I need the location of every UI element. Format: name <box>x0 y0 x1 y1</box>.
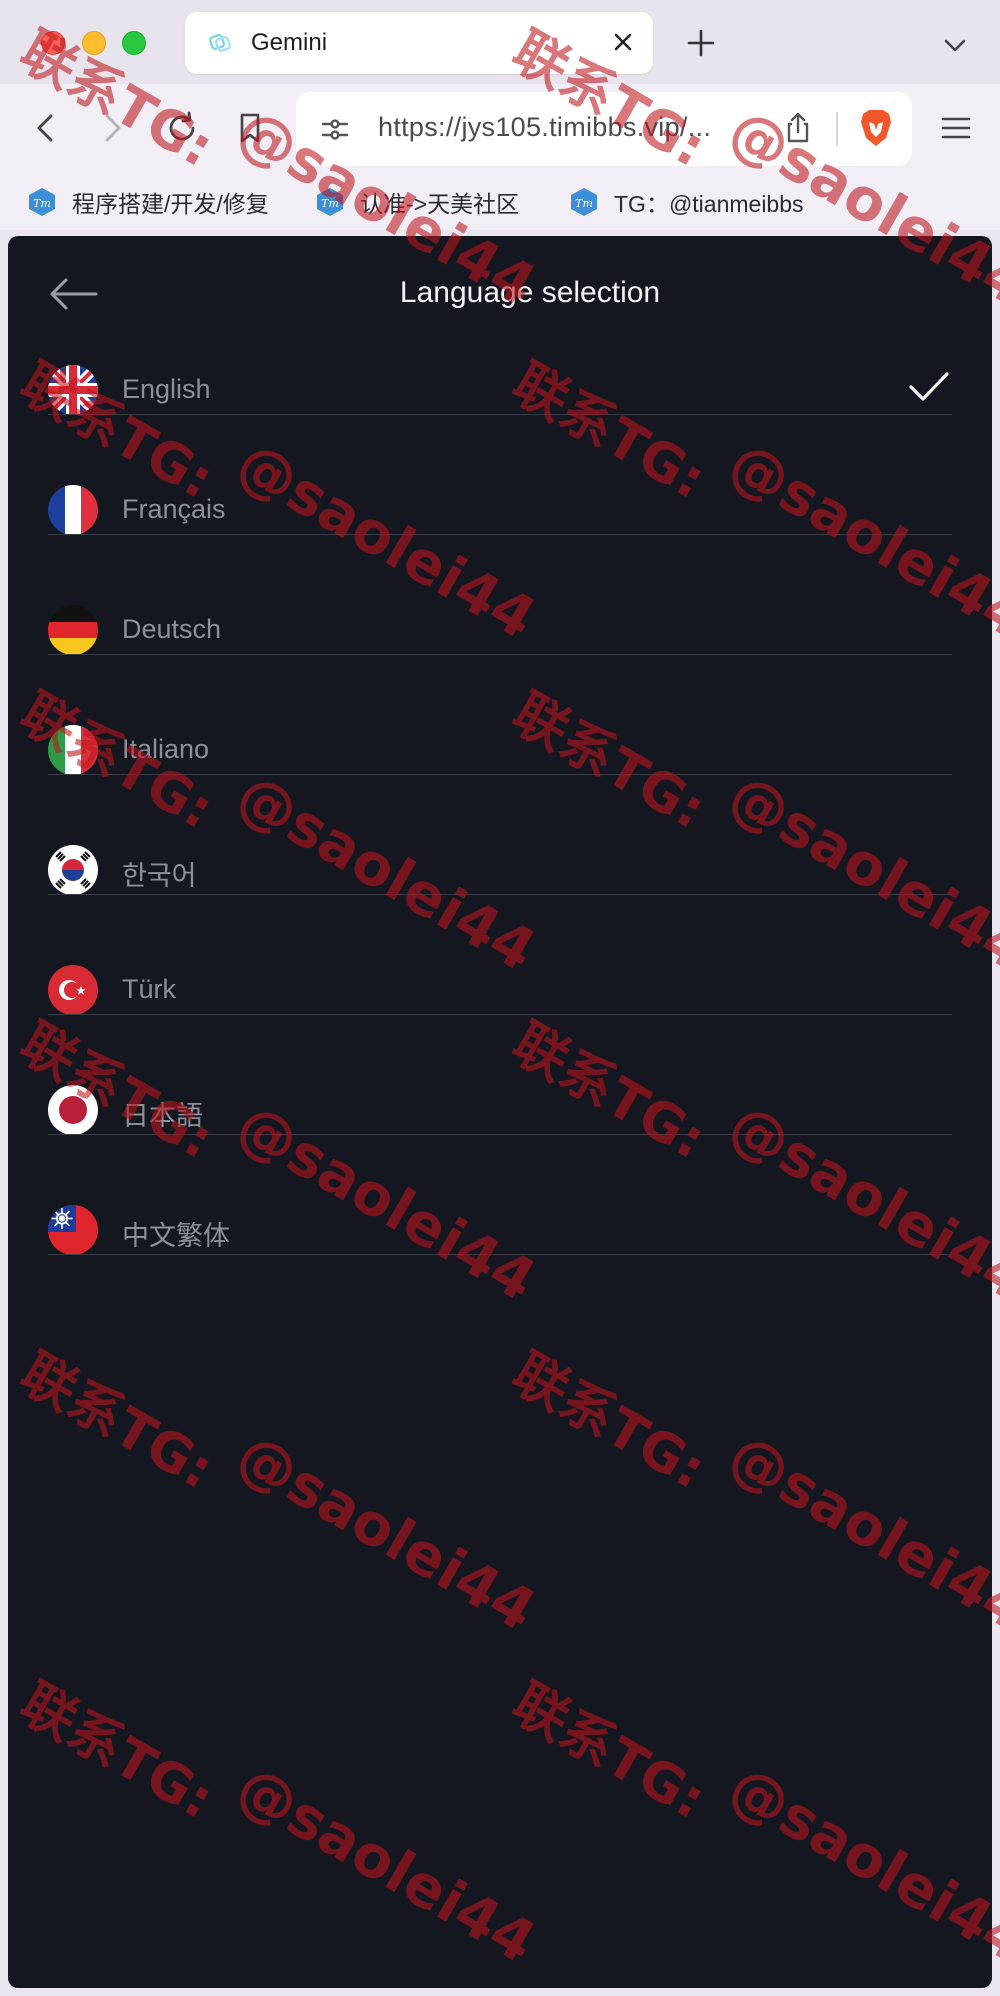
site-settings-icon[interactable] <box>318 112 352 146</box>
svg-text:Tm: Tm <box>33 197 51 210</box>
bookmark-icon <box>240 113 260 143</box>
page-title: Language selection <box>399 276 661 309</box>
language-option-french[interactable]: Français <box>48 476 952 596</box>
bookmark-label: 程序搭建/开发/修复 <box>72 191 269 217</box>
browser-tab[interactable]: Gemini <box>185 12 653 74</box>
brave-shields-icon[interactable] <box>858 108 894 148</box>
back-button[interactable] <box>26 108 66 148</box>
bookmark-label: TG：@tianmeibbs <box>614 191 804 217</box>
language-name: Deutsch <box>122 614 222 644</box>
browser-toolbar: https://jys105.timibbs.vip/... <box>0 84 1000 176</box>
language-name: Türk <box>122 974 176 1004</box>
url-text[interactable]: https://jys105.timibbs.vip/... <box>378 112 778 143</box>
language-option-traditional-chinese[interactable]: 中文繁体 <box>48 1196 952 1316</box>
url-separator <box>836 112 838 146</box>
browser-tab-bar: Gemini <box>0 0 1000 84</box>
chevron-down-icon[interactable] <box>940 30 970 60</box>
divider <box>48 654 952 655</box>
language-option-italian[interactable]: Italiano <box>48 716 952 836</box>
language-option-korean[interactable]: 한국어 <box>48 836 952 956</box>
tm-logo-icon: Tm <box>29 188 55 216</box>
divider <box>48 894 952 895</box>
new-tab-plus-icon[interactable] <box>684 26 718 60</box>
tm-logo-icon: Tm <box>317 188 343 216</box>
close-tab-button[interactable] <box>607 26 639 58</box>
divider <box>48 414 952 415</box>
italy-flag-icon <box>48 725 98 775</box>
chevron-right-icon <box>105 114 121 142</box>
hamburger-menu-icon[interactable] <box>938 110 974 146</box>
bookmark-item[interactable]: Tm 程序搭建/开发/修复 <box>26 184 269 220</box>
japan-flag-icon <box>48 1085 98 1135</box>
korea-flag-icon <box>48 845 98 895</box>
language-name: English <box>122 374 211 404</box>
close-icon <box>614 33 632 51</box>
bookmarks-bar: Tm 程序搭建/开发/修复 Tm 认准->天美社区 Tm TG：@tianmei… <box>0 176 1000 230</box>
language-option-turkish[interactable]: Türk <box>48 956 952 1076</box>
divider <box>48 534 952 535</box>
divider <box>48 1014 952 1015</box>
tm-logo-icon: Tm <box>571 188 597 216</box>
divider <box>48 1134 952 1135</box>
svg-text:Tm: Tm <box>575 197 593 210</box>
taiwan-flag-icon <box>48 1205 98 1255</box>
turkey-flag-icon <box>48 965 98 1015</box>
language-name: Italiano <box>122 734 210 764</box>
chevron-left-icon <box>37 114 53 142</box>
divider <box>48 774 952 775</box>
bookmark-button[interactable] <box>230 108 270 148</box>
france-flag-icon <box>48 485 98 535</box>
language-option-english[interactable]: English <box>48 356 952 476</box>
divider <box>48 1254 952 1255</box>
reload-icon <box>169 111 195 141</box>
language-name: 中文繁体 <box>122 1221 230 1251</box>
minimize-window-button[interactable] <box>82 31 106 55</box>
maximize-window-button[interactable] <box>122 31 146 55</box>
address-bar[interactable]: https://jys105.timibbs.vip/... <box>296 92 912 166</box>
forward-button[interactable] <box>92 108 132 148</box>
uk-flag-icon <box>48 365 98 415</box>
gemini-favicon-icon <box>208 33 232 53</box>
share-icon[interactable] <box>780 110 816 146</box>
checkmark-icon <box>909 372 949 401</box>
bookmark-item[interactable]: Tm TG：@tianmeibbs <box>568 184 804 220</box>
language-selection-page: Language selection English Français Deut… <box>8 236 992 1988</box>
bookmark-item[interactable]: Tm 认准->天美社区 <box>314 184 519 220</box>
language-name: Français <box>122 494 226 524</box>
bookmark-label: 认准->天美社区 <box>360 191 520 217</box>
svg-text:Tm: Tm <box>321 197 339 210</box>
language-name: 한국어 <box>122 861 197 891</box>
tab-title: Gemini <box>251 29 328 56</box>
language-list: English Français Deutsch Italiano 한국어 Tü… <box>48 356 952 1316</box>
reload-button[interactable] <box>162 108 202 148</box>
language-option-japanese[interactable]: 日本語 <box>48 1076 952 1196</box>
language-option-german[interactable]: Deutsch <box>48 596 952 716</box>
germany-flag-icon <box>48 605 98 655</box>
close-window-button[interactable] <box>41 31 65 55</box>
language-name: 日本語 <box>122 1101 203 1131</box>
